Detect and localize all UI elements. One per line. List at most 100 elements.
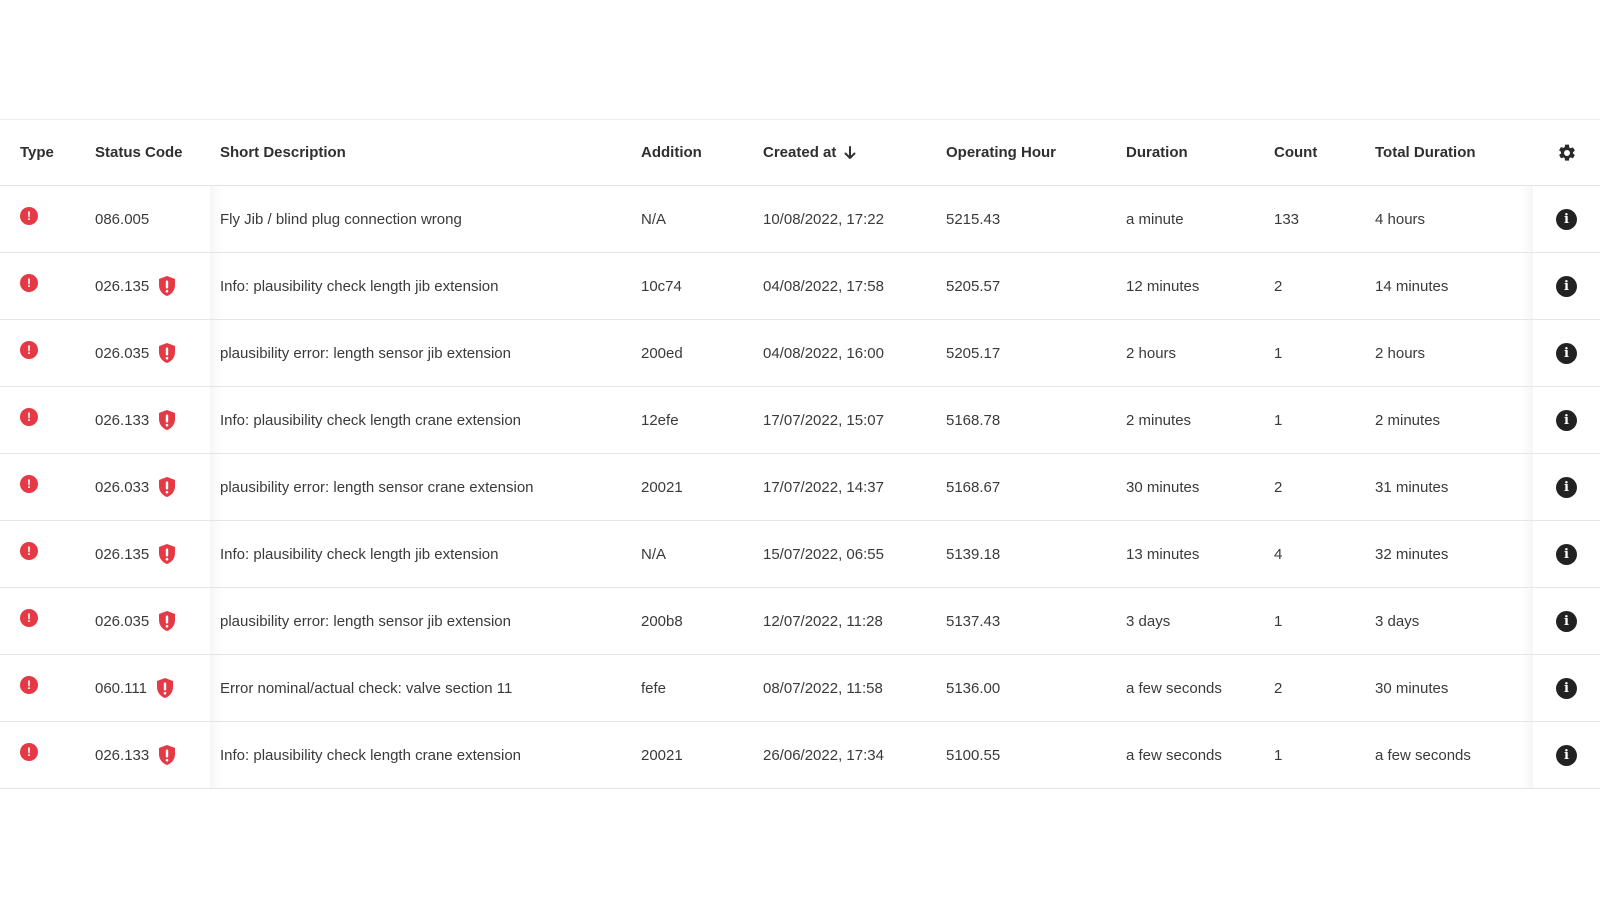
info-icon[interactable]: i [1556,409,1577,431]
error-icon: ! [20,542,38,560]
error-icon: ! [20,609,38,627]
total-duration: a few seconds [1375,746,1471,764]
table-row[interactable]: ! 026.135 Info: plausibility check length … [0,521,1600,588]
header-operating-hour[interactable]: Operating Hour [946,120,1056,185]
addition: 200ed [641,344,683,362]
error-icon: ! [20,207,38,225]
info-icon[interactable]: i [1556,677,1577,699]
status-code-cell: 026.135 [95,521,176,587]
duration: 13 minutes [1126,545,1200,563]
total-duration: 4 hours [1375,210,1426,228]
total-duration: 32 minutes [1375,545,1449,563]
status-code-cell: 026.133 [95,722,176,788]
error-icon: ! [20,341,38,359]
header-status-code[interactable]: Status Code [95,120,183,185]
short-description: Fly Jib / blind plug connection wrong [220,210,462,228]
type-cell: ! [20,186,38,252]
type-cell: ! [20,387,38,453]
created-at: 26/06/2022, 17:34 [763,746,884,764]
status-code-cell: 060.111 [95,655,174,721]
column-shadow-right [1521,521,1533,587]
info-icon[interactable]: i [1556,543,1577,565]
status-code-cell: 026.033 [95,454,176,520]
short-description: plausibility error: length sensor jib ex… [220,612,511,630]
addition: 200b8 [641,612,683,630]
duration: 2 hours [1126,344,1177,362]
table-row[interactable]: ! 026.133 Info: plausibility check length … [0,722,1600,789]
info-icon[interactable]: i [1556,208,1577,230]
table-row[interactable]: ! 026.133 Info: plausibility check length … [0,387,1600,454]
header-created-at-label: Created at [763,144,837,161]
table-row[interactable]: ! 026.033 plausibility error: length senso… [0,454,1600,521]
row-info-button[interactable]: i [1533,588,1600,654]
header-short-description[interactable]: Short Description [220,120,346,185]
header-total-duration[interactable]: Total Duration [1375,120,1476,185]
info-icon[interactable]: i [1556,275,1577,297]
duration: a minute [1126,210,1184,228]
count: 1 [1274,612,1283,630]
short-description: Info: plausibility check length crane ex… [220,746,522,764]
column-shadow-right [1521,186,1533,252]
header-duration[interactable]: Duration [1126,120,1188,185]
count: 1 [1274,344,1283,362]
operating-hour: 5137.43 [946,612,1001,630]
status-code: 026.133 [95,411,150,429]
status-code: 026.035 [95,612,150,630]
row-info-button[interactable]: i [1533,722,1600,788]
operating-hour: 5100.55 [946,746,1001,764]
info-icon[interactable]: i [1556,476,1577,498]
arrow-down-icon[interactable] [844,145,856,160]
row-info-button[interactable]: i [1533,655,1600,721]
count: 2 [1274,277,1283,295]
short-description: plausibility error: length sensor jib ex… [220,344,511,362]
status-code: 086.005 [95,210,150,228]
short-description: Info: plausibility check length jib exte… [220,277,499,295]
row-info-button[interactable]: i [1533,521,1600,587]
status-code: 060.111 [95,679,147,697]
count: 1 [1274,411,1283,429]
table-row[interactable]: ! 060.111 Error nominal/actual check: valv… [0,655,1600,722]
short-description: Error nominal/actual check: valve sectio… [220,679,513,697]
info-icon[interactable]: i [1556,342,1577,364]
gear-icon[interactable] [1557,143,1577,163]
shield-alert-icon [158,342,176,364]
error-log-table: Type Status Code Short Description Addit… [0,119,1600,789]
header-count[interactable]: Count [1274,120,1317,185]
addition: 20021 [641,746,683,764]
created-at: 04/08/2022, 17:58 [763,277,884,295]
header-type[interactable]: Type [20,120,54,185]
row-info-button[interactable]: i [1533,253,1600,319]
row-info-button[interactable]: i [1533,320,1600,386]
status-code: 026.135 [95,545,150,563]
column-shadow-right [1521,387,1533,453]
table-row[interactable]: ! 026.035 plausibility error: length senso… [0,588,1600,655]
info-icon[interactable]: i [1556,744,1577,766]
info-icon[interactable]: i [1556,610,1577,632]
created-at: 10/08/2022, 17:22 [763,210,884,228]
created-at: 17/07/2022, 14:37 [763,478,884,496]
error-icon: ! [20,676,38,694]
table-row[interactable]: ! 026.135 Info: plausibility check length … [0,253,1600,320]
header-created-at[interactable]: Created at [763,120,856,185]
total-duration: 3 days [1375,612,1420,630]
created-at: 08/07/2022, 11:58 [763,679,883,697]
row-info-button[interactable]: i [1533,454,1600,520]
duration: 12 minutes [1126,277,1200,295]
table-row[interactable]: ! 026.035 plausibility error: length senso… [0,320,1600,387]
row-info-button[interactable]: i [1533,387,1600,453]
created-at: 04/08/2022, 16:00 [763,344,884,362]
table-row[interactable]: ! 086.005 Fly Jib / blind plug connection … [0,186,1600,253]
shield-alert-icon [158,476,176,498]
type-cell: ! [20,320,38,386]
row-info-button[interactable]: i [1533,186,1600,252]
short-description: Info: plausibility check length jib exte… [220,545,499,563]
short-description: Info: plausibility check length crane ex… [220,411,522,429]
column-shadow-right [1521,253,1533,319]
status-code-cell: 086.005 [95,186,149,252]
type-cell: ! [20,655,38,721]
header-addition[interactable]: Addition [641,120,702,185]
addition: 20021 [641,478,683,496]
column-settings-button[interactable] [1533,120,1600,185]
duration: a few seconds [1126,746,1222,764]
shield-alert-icon [158,275,176,297]
